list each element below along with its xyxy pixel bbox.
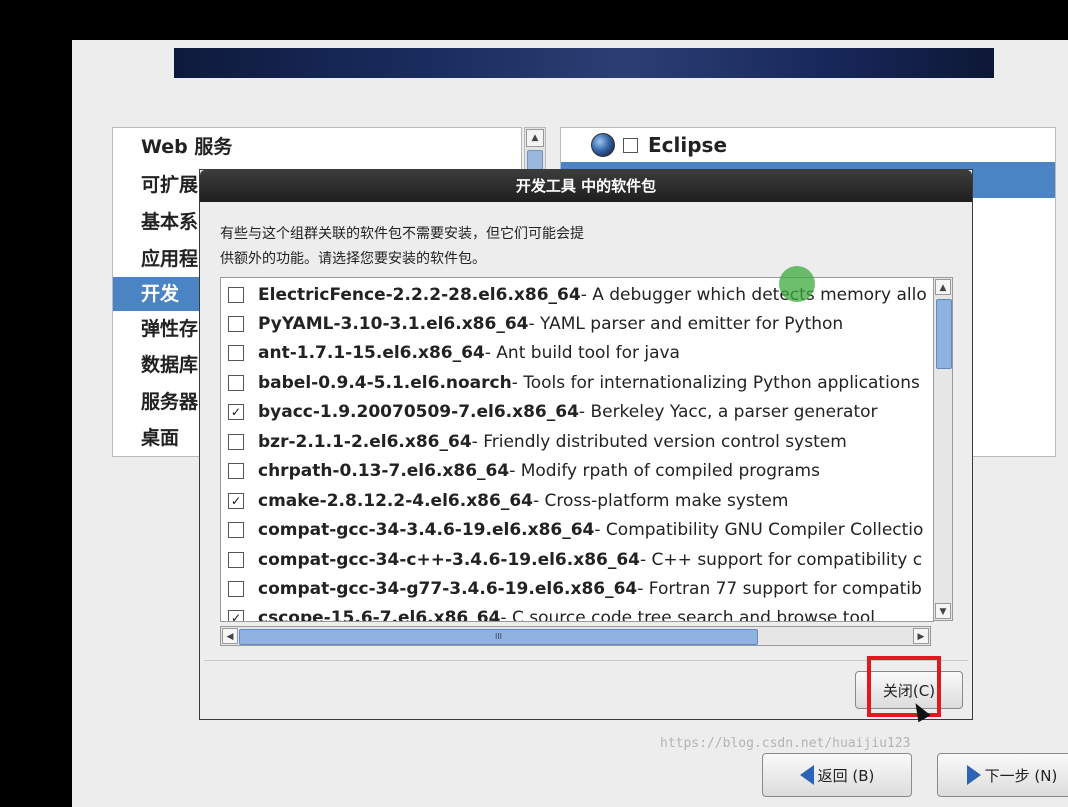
- dialog-title: 开发工具 中的软件包: [200, 170, 972, 202]
- package-desc: - Ant build tool for java: [484, 343, 680, 363]
- checkbox[interactable]: [228, 552, 244, 568]
- package-item[interactable]: ant-1.7.1-15.el6.x86_64 - Ant build tool…: [221, 338, 933, 368]
- package-item[interactable]: ElectricFence-2.2.2-28.el6.x86_64 - A de…: [221, 280, 933, 310]
- package-category-item[interactable]: Eclipse: [561, 128, 1055, 162]
- package-name: compat-gcc-34-c++-3.4.6-19.el6.x86_64: [258, 550, 641, 570]
- package-name: ElectricFence-2.2.2-28.el6.x86_64: [258, 285, 581, 305]
- arrow-right-icon: [966, 765, 981, 785]
- divider: [204, 660, 968, 661]
- checkbox[interactable]: [228, 345, 244, 361]
- package-item[interactable]: PyYAML-3.10-3.1.el6.x86_64 - YAML parser…: [221, 309, 933, 339]
- package-desc: - Berkeley Yacc, a parser generator: [578, 402, 878, 422]
- checkbox[interactable]: [623, 137, 638, 153]
- package-name: cmake-2.8.12.2-4.el6.x86_64: [258, 491, 533, 511]
- globe-icon: [591, 133, 615, 157]
- scroll-up-arrow-icon[interactable]: ▲: [526, 129, 544, 147]
- package-desc: - Fortran 77 support for compatib: [637, 579, 922, 599]
- package-item[interactable]: babel-0.9.4-5.1.el6.noarch - Tools for i…: [221, 368, 933, 398]
- watermark: https://blog.csdn.net/huaijiu123: [660, 736, 911, 751]
- next-button[interactable]: 下一步 (N): [937, 753, 1068, 797]
- package-name: cscope-15.6-7.el6.x86_64: [258, 608, 501, 622]
- package-item[interactable]: compat-gcc-34-c++-3.4.6-19.el6.x86_64 - …: [221, 545, 933, 575]
- dialog-description: 有些与这个组群关联的软件包不需要安装，但它们可能会提 供额外的功能。请选择您要安…: [220, 222, 920, 272]
- package-desc: - YAML parser and emitter for Python: [528, 314, 844, 334]
- checkbox[interactable]: [228, 375, 244, 391]
- scroll-thumb[interactable]: III: [239, 629, 758, 645]
- checkbox[interactable]: [228, 581, 244, 597]
- checkbox[interactable]: [228, 434, 244, 450]
- package-item[interactable]: ✓ cmake-2.8.12.2-4.el6.x86_64 - Cross-pl…: [221, 486, 933, 516]
- package-desc: - Compatibility GNU Compiler Collectio: [594, 520, 924, 540]
- package-name: PyYAML-3.10-3.1.el6.x86_64: [258, 314, 529, 334]
- checkbox[interactable]: ✓: [228, 404, 244, 420]
- package-list-vertical-scrollbar[interactable]: ▲ ▼: [933, 277, 953, 621]
- package-name: compat-gcc-34-g77-3.4.6-19.el6.x86_64: [258, 579, 638, 599]
- package-list-horizontal-scrollbar[interactable]: ◀ III ▶: [220, 626, 931, 646]
- package-item[interactable]: compat-gcc-34-3.4.6-19.el6.x86_64 - Comp…: [221, 515, 933, 545]
- package-name: compat-gcc-34-3.4.6-19.el6.x86_64: [258, 520, 595, 540]
- scroll-up-arrow-icon[interactable]: ▲: [935, 279, 951, 295]
- description-line: 供额外的功能。请选择您要安装的软件包。: [220, 251, 486, 267]
- package-desc: - Cross-platform make system: [532, 491, 789, 511]
- back-button[interactable]: 返回 (B): [762, 753, 912, 797]
- arrow-left-icon: [799, 765, 814, 785]
- package-category-label: Eclipse: [648, 133, 728, 157]
- checkbox[interactable]: [228, 463, 244, 479]
- next-button-label: 下一步 (N): [984, 766, 1058, 785]
- package-item[interactable]: ✓ byacc-1.9.20070509-7.el6.x86_64 - Berk…: [221, 397, 933, 427]
- package-name: chrpath-0.13-7.el6.x86_64: [258, 461, 510, 481]
- scroll-right-arrow-icon[interactable]: ▶: [913, 628, 929, 644]
- scroll-down-arrow-icon[interactable]: ▼: [935, 603, 951, 619]
- package-desc: - Tools for internationalizing Python ap…: [511, 373, 920, 393]
- checkbox[interactable]: ✓: [228, 493, 244, 509]
- checkbox[interactable]: [228, 522, 244, 538]
- package-name: babel-0.9.4-5.1.el6.noarch: [258, 373, 512, 393]
- package-dialog: 开发工具 中的软件包 有些与这个组群关联的软件包不需要安装，但它们可能会提 供额…: [199, 169, 973, 720]
- scroll-thumb[interactable]: [936, 299, 952, 369]
- package-desc: - Friendly distributed version control s…: [471, 432, 847, 452]
- package-name: bzr-2.1.1-2.el6.x86_64: [258, 432, 472, 452]
- package-item[interactable]: chrpath-0.13-7.el6.x86_64 - Modify rpath…: [221, 456, 933, 486]
- package-item[interactable]: ✓ cscope-15.6-7.el6.x86_64 - C source co…: [221, 603, 933, 622]
- package-desc: - C source code tree search and browse t…: [500, 608, 875, 622]
- touch-indicator: [779, 266, 815, 302]
- package-name: ant-1.7.1-15.el6.x86_64: [258, 343, 485, 363]
- package-desc: - Modify rpath of compiled programs: [509, 461, 820, 481]
- header-banner: [174, 48, 994, 78]
- description-line: 有些与这个组群关联的软件包不需要安装，但它们可能会提: [220, 226, 584, 242]
- package-desc: - A debugger which detects memory allo: [580, 285, 927, 305]
- checkbox[interactable]: [228, 287, 244, 303]
- checkbox[interactable]: ✓: [228, 610, 244, 621]
- scroll-left-arrow-icon[interactable]: ◀: [222, 628, 238, 644]
- package-list[interactable]: ElectricFence-2.2.2-28.el6.x86_64 - A de…: [220, 277, 934, 622]
- package-item[interactable]: bzr-2.1.1-2.el6.x86_64 - Friendly distri…: [221, 427, 933, 457]
- package-name: byacc-1.9.20070509-7.el6.x86_64: [258, 402, 579, 422]
- highlight-annotation-box: [867, 656, 941, 717]
- package-item[interactable]: compat-gcc-34-g77-3.4.6-19.el6.x86_64 - …: [221, 574, 933, 604]
- group-item-web[interactable]: Web 服务: [113, 130, 521, 164]
- back-button-label: 返回 (B): [817, 766, 875, 785]
- package-desc: - C++ support for compatibility c: [640, 550, 923, 570]
- checkbox[interactable]: [228, 316, 244, 332]
